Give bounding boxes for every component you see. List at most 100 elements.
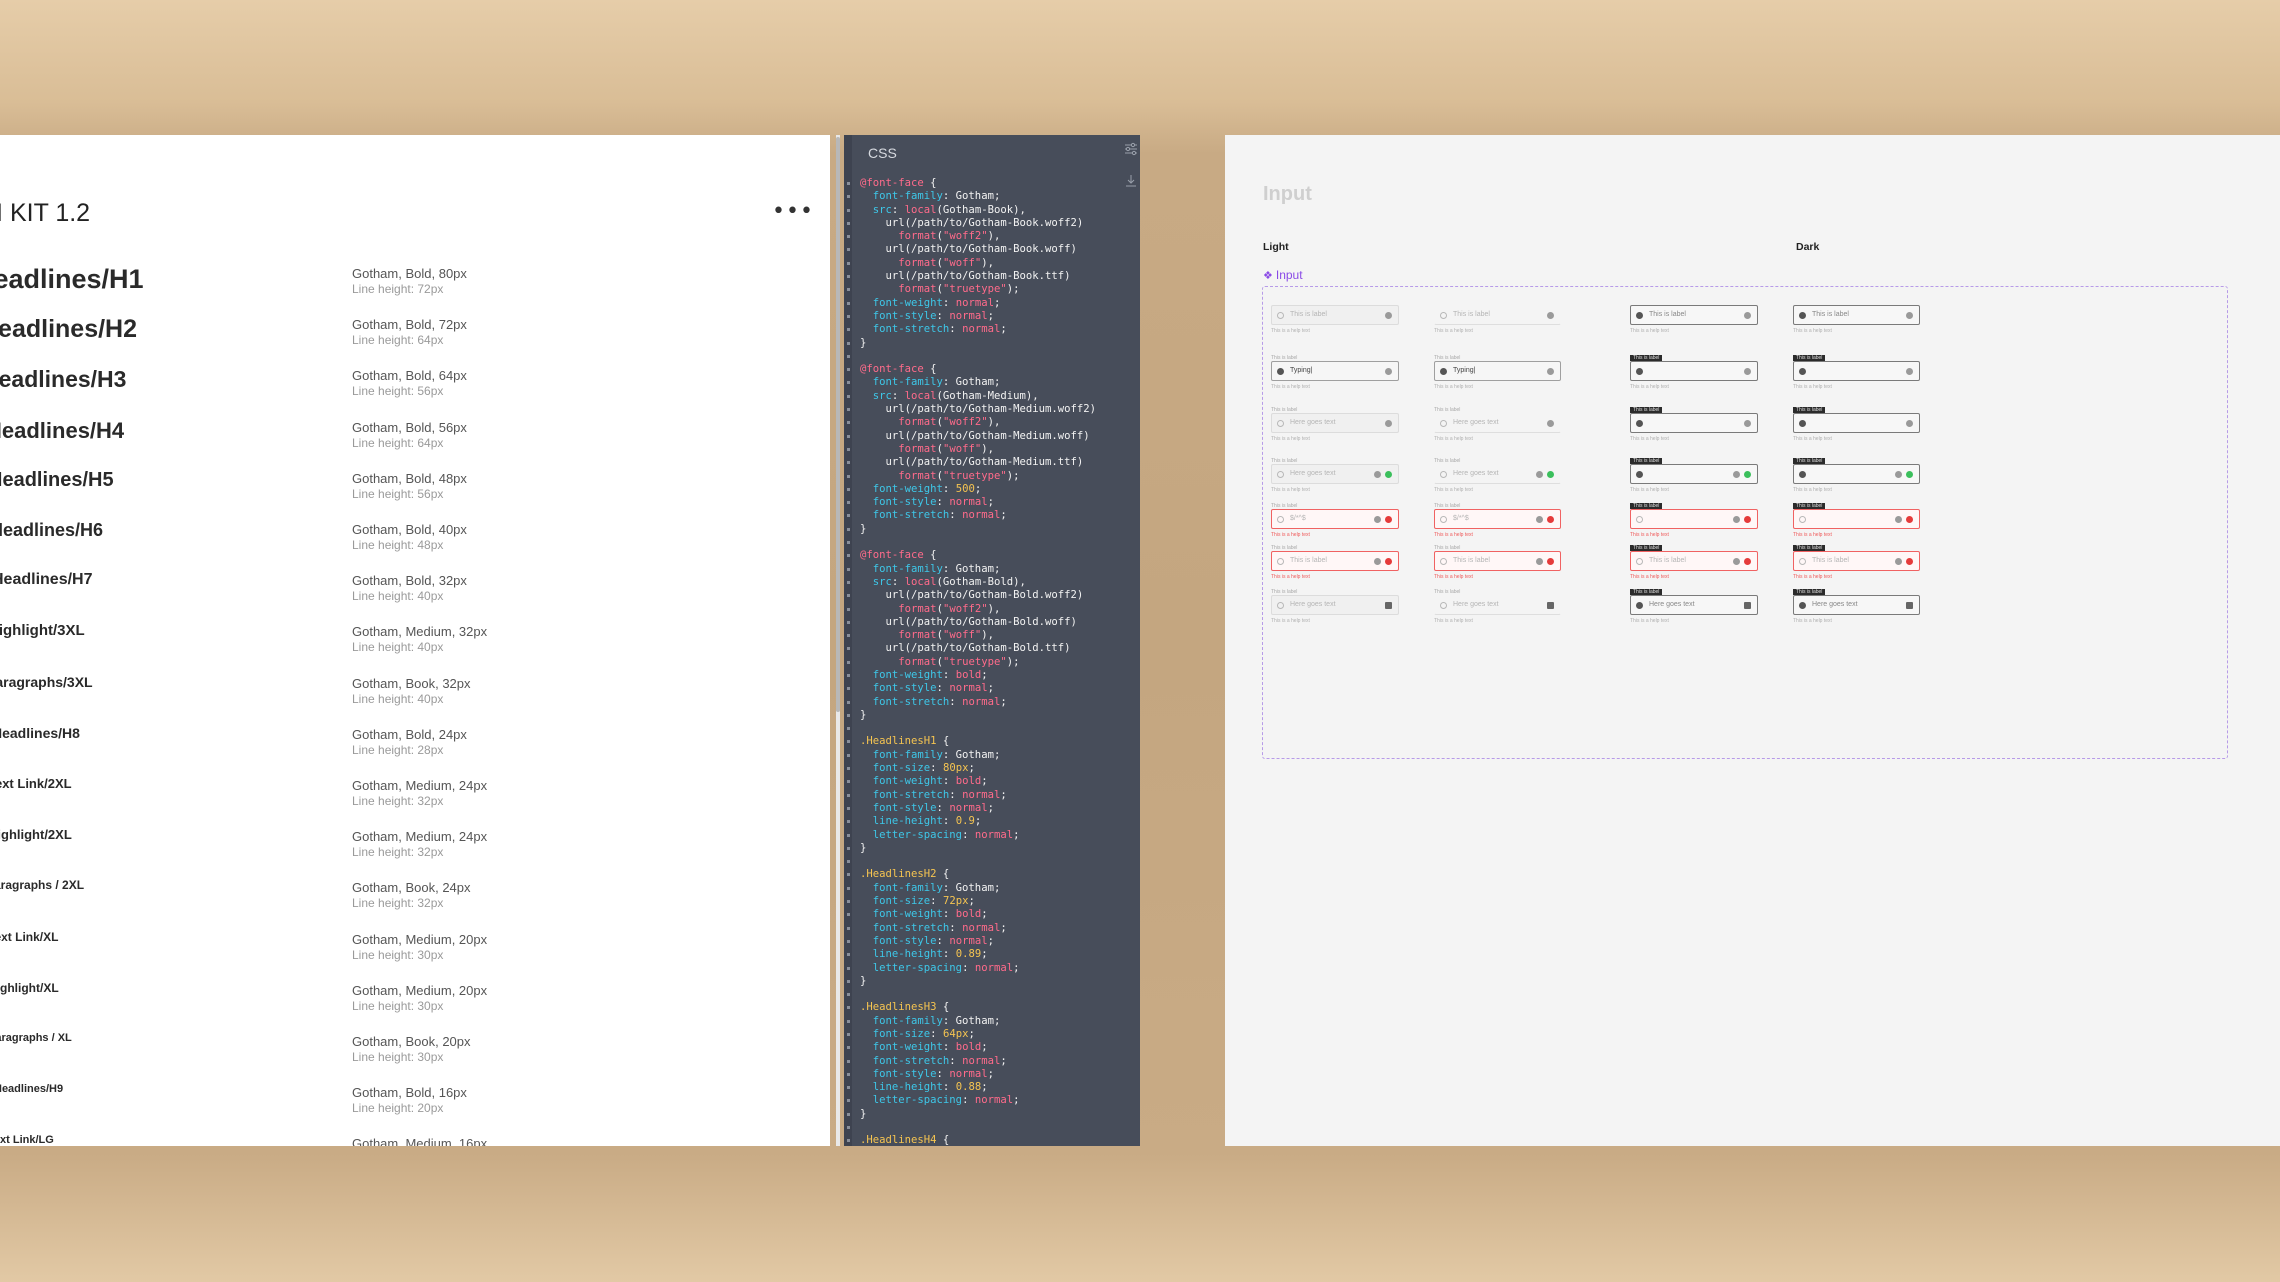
text-style-row[interactable]: Text Link/XL Gotham, Medium, 20pxLine hei… [0, 930, 820, 981]
code-line: } [847, 975, 1096, 988]
input-box[interactable]: Here goes text [1271, 595, 1399, 615]
code-token: : Gotham; [942, 1014, 1001, 1027]
more-options-button[interactable]: ••• [772, 201, 814, 223]
input-field-error-filled[interactable]: This is label This is a help text [1793, 503, 1920, 538]
text-style-row[interactable]: Paragraphs / 2XL Gotham, Book, 24pxLine h… [0, 878, 820, 929]
input-field-error-filled[interactable]: This is label $/*^$ This is a help text [1271, 503, 1399, 538]
clear-icon[interactable] [1733, 471, 1740, 478]
input-field-disabled[interactable]: This is label Here goes text This is a hel… [1630, 589, 1758, 624]
input-field-filled[interactable]: This is label This is a help text [1793, 407, 1920, 442]
text-style-row[interactable]: Headlines/H8 Gotham, Bold, 24px Line heigh… [0, 725, 820, 776]
input-field-success[interactable]: This is label Here goes text This is a hel… [1271, 458, 1399, 493]
clear-icon[interactable] [1374, 471, 1381, 478]
clear-icon[interactable] [1374, 516, 1381, 523]
input-field-success[interactable]: This is label This is a help text [1793, 458, 1920, 493]
code-token: normal [955, 296, 994, 309]
input-field-error-empty[interactable]: This is label This is label This is a help… [1271, 545, 1399, 580]
clear-icon[interactable] [1895, 471, 1902, 478]
input-field-typing[interactable]: This is label Typing| This is a help text [1434, 355, 1561, 390]
clear-icon[interactable] [1536, 471, 1543, 478]
input-field-default[interactable]: This is label This is a help text [1793, 299, 1920, 334]
input-box[interactable]: Here goes text [1271, 464, 1399, 484]
text-style-row[interactable]: Headlines/H9 Gotham, Bold, 16px Line heigh… [0, 1083, 820, 1134]
input-box[interactable]: This is label [1434, 551, 1561, 571]
input-field-filled[interactable]: This is label Here goes text This is a hel… [1434, 407, 1561, 442]
input-field-filled[interactable]: This is label This is a help text [1630, 407, 1758, 442]
input-field-error-filled[interactable]: This is label This is a help text [1630, 503, 1758, 538]
input-box[interactable]: This is label [1271, 305, 1399, 325]
input-box[interactable]: Typing| [1434, 361, 1561, 381]
input-field-error-empty[interactable]: This is label This is label This is a help… [1434, 545, 1561, 580]
input-box[interactable]: This is label [1271, 551, 1399, 571]
text-style-row[interactable]: Text Link/2XL Gotham, Medium, 24pxLine he… [0, 776, 820, 827]
input-box[interactable]: This is label [1793, 305, 1920, 325]
download-icon[interactable] [1124, 173, 1138, 189]
input-box[interactable]: Here goes text [1434, 413, 1561, 433]
style-line-height: Line height: 30px [352, 998, 444, 1013]
input-box[interactable]: Here goes text [1434, 595, 1561, 615]
clear-icon[interactable] [1536, 516, 1543, 523]
input-field-disabled[interactable]: This is label Here goes text This is a hel… [1271, 589, 1399, 624]
input-box[interactable] [1630, 509, 1758, 529]
clear-icon[interactable] [1733, 516, 1740, 523]
sliders-icon[interactable] [1124, 141, 1138, 157]
input-field-typing[interactable]: This is label Typing| This is a help text [1271, 355, 1399, 390]
component-label[interactable]: ❖ Input [1263, 268, 1303, 282]
input-field-error-empty[interactable]: This is label This is label This is a help… [1630, 545, 1758, 580]
input-box[interactable] [1793, 361, 1920, 381]
clear-icon[interactable] [1733, 558, 1740, 565]
input-box[interactable]: This is label [1793, 551, 1920, 571]
text-style-row[interactable]: Paragraphs/3XL Gotham, Book, 32pxLine hei… [0, 674, 820, 725]
input-field-default[interactable]: This is label This is a help text [1271, 299, 1399, 334]
input-field-typing[interactable]: This is label This is a help text [1793, 355, 1920, 390]
panel-scrollbar[interactable] [836, 135, 840, 1146]
input-field-default[interactable]: This is label This is a help text [1630, 299, 1758, 334]
input-box[interactable]: This is label [1630, 305, 1758, 325]
input-field-success[interactable]: This is label Here goes text This is a hel… [1434, 458, 1561, 493]
clear-icon[interactable] [1895, 558, 1902, 565]
input-help-text: This is a help text [1630, 328, 1669, 334]
text-style-row[interactable]: Headlines/H4 Gotham, Bold, 56pxLine heigh… [0, 418, 820, 469]
component-frame[interactable]: This is label This is a help text This is … [1262, 286, 2228, 759]
text-style-row[interactable]: Headlines/H3 Gotham, Bold, 64pxLine heigh… [0, 366, 820, 417]
text-style-row[interactable]: Headlines/H1 Gotham, Bold, 80pxLine heigh… [0, 264, 820, 315]
input-box[interactable] [1630, 464, 1758, 484]
css-code[interactable]: @font-face { font-family: Gotham; src: l… [847, 177, 1096, 1146]
input-field-success[interactable]: This is label This is a help text [1630, 458, 1758, 493]
input-box[interactable]: $/*^$ [1434, 509, 1561, 529]
text-style-row[interactable]: Highlight/XL Gotham, Medium, 20pxLine hei… [0, 981, 820, 1032]
input-field-typing[interactable]: This is label This is a help text [1630, 355, 1758, 390]
input-field-error-filled[interactable]: This is label $/*^$ This is a help text [1434, 503, 1561, 538]
input-field-disabled[interactable]: This is label Here goes text This is a hel… [1434, 589, 1561, 624]
input-box[interactable]: Here goes text [1271, 413, 1399, 433]
code-token: : Gotham; [942, 190, 1001, 203]
input-field-disabled[interactable]: This is label Here goes text This is a hel… [1793, 589, 1920, 624]
input-field-default[interactable]: This is label This is a help text [1434, 299, 1561, 334]
input-box[interactable] [1630, 413, 1758, 433]
input-box[interactable]: Here goes text [1793, 595, 1920, 615]
input-box[interactable] [1793, 464, 1920, 484]
text-style-row[interactable]: Headlines/H5 Gotham, Bold, 48px Line heigh… [0, 469, 820, 520]
input-box[interactable]: This is label [1630, 551, 1758, 571]
input-box[interactable]: Here goes text [1630, 595, 1758, 615]
input-field-error-empty[interactable]: This is label This is label This is a help… [1793, 545, 1920, 580]
input-box[interactable] [1793, 509, 1920, 529]
input-box[interactable]: Typing| [1271, 361, 1399, 381]
clear-icon[interactable] [1536, 558, 1543, 565]
clear-icon[interactable] [1374, 558, 1381, 565]
input-box[interactable]: Here goes text [1434, 464, 1561, 484]
input-box[interactable] [1630, 361, 1758, 381]
text-style-row[interactable]: Highlight/3XL Gotham, Medium, 32pxLine he… [0, 622, 820, 673]
text-style-row[interactable]: Paragraphs / XL Gotham, Book, 20pxLine he… [0, 1032, 820, 1083]
input-box[interactable]: $/*^$ [1271, 509, 1399, 529]
clear-icon[interactable] [1895, 516, 1902, 523]
scrollbar-thumb[interactable] [836, 137, 840, 712]
input-box[interactable] [1793, 413, 1920, 433]
input-box[interactable]: This is label [1434, 305, 1561, 325]
text-style-row[interactable]: Headlines/H2 Gotham, Bold, 72pxLine heigh… [0, 315, 820, 366]
input-field-filled[interactable]: This is label Here goes text This is a hel… [1271, 407, 1399, 442]
text-style-row[interactable]: Highlight/2XL Gotham, Medium, 24pxLine he… [0, 827, 820, 878]
text-style-row[interactable]: Headlines/H7 Gotham, Bold, 32px Line heigh… [0, 571, 820, 622]
text-style-row[interactable]: Text Link/LG Gotham, Medium, 16px [0, 1134, 820, 1146]
text-style-row[interactable]: Headlines/H6 Gotham, Bold, 40px Line heigh… [0, 520, 820, 571]
